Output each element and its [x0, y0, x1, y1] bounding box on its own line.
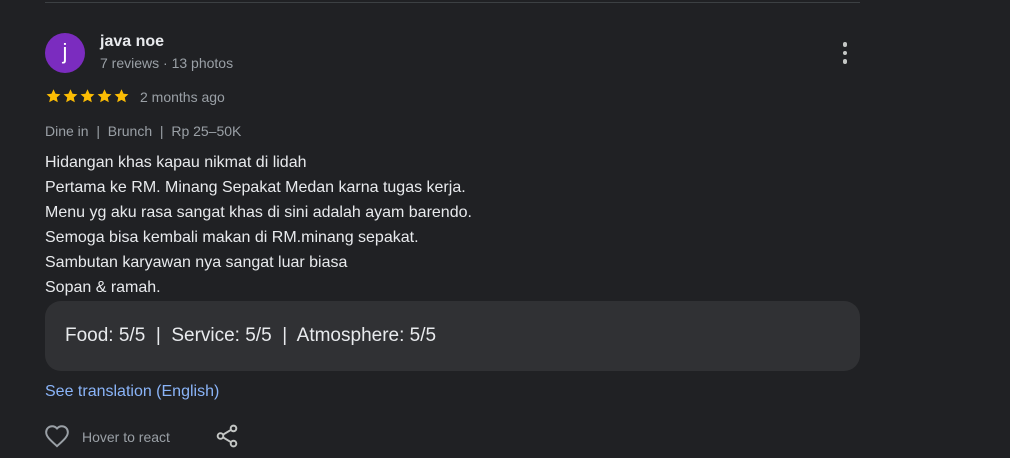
share-button[interactable]	[214, 423, 240, 449]
review-text-line: Pertama ke RM. Minang Sepakat Medan karn…	[45, 179, 466, 196]
avatar[interactable]: j	[45, 33, 85, 73]
star-icon	[114, 89, 129, 103]
visit-info: Dine in | Brunch | Rp 25–50K	[45, 123, 242, 139]
review-text: Hidangan khas kapau nikmat di lidah Perta…	[45, 150, 845, 300]
top-divider	[45, 2, 860, 3]
star-icon	[97, 89, 112, 103]
review-text-line: Sopan & ramah.	[45, 279, 161, 296]
author-name[interactable]: java noe	[100, 33, 164, 51]
review-text-line: Sambutan karyawan nya sangat luar biasa	[45, 254, 348, 271]
heart-outline-icon	[45, 425, 69, 448]
sub-ratings-text: Food: 5/5 | Service: 5/5 | Atmosphere: 5…	[65, 325, 437, 346]
star-icon	[80, 89, 95, 103]
react-label: Hover to react	[82, 429, 170, 445]
share-icon	[216, 424, 238, 448]
star-icon	[46, 89, 61, 103]
like-button[interactable]	[43, 423, 71, 449]
star-icon	[63, 89, 78, 103]
review-time: 2 months ago	[140, 89, 225, 105]
more-options-button[interactable]	[833, 39, 857, 67]
star-rating	[45, 86, 130, 106]
review-text-line: Semoga bisa kembali makan di RM.minang s…	[45, 229, 419, 246]
review-text-line: Menu yg aku rasa sangat khas di sini ada…	[45, 204, 472, 221]
author-meta: 7 reviews · 13 photos	[100, 55, 234, 71]
more-vert-icon	[842, 42, 848, 47]
see-translation-link[interactable]: See translation (English)	[45, 383, 219, 401]
review-text-line: Hidangan khas kapau nikmat di lidah	[45, 154, 307, 171]
sub-ratings-box: Food: 5/5 | Service: 5/5 | Atmosphere: 5…	[45, 301, 860, 371]
